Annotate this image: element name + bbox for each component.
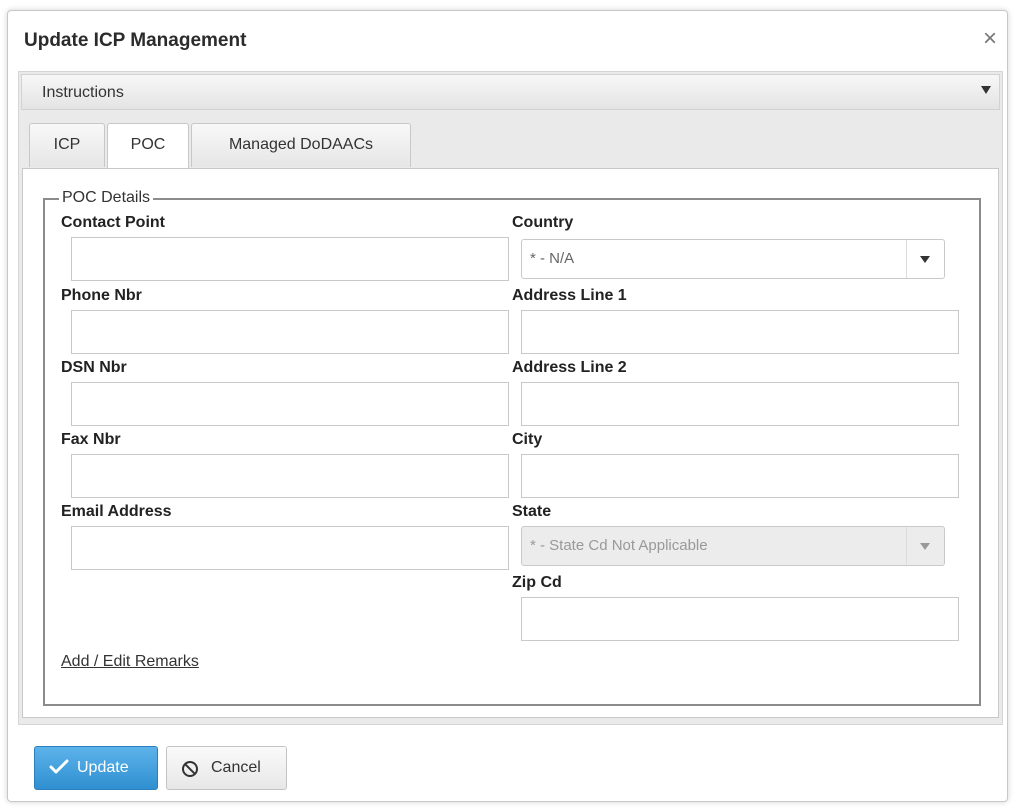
update-button-label: Update — [77, 759, 129, 776]
country-label: Country — [512, 214, 574, 231]
country-select[interactable]: * - N/A — [521, 239, 945, 279]
poc-details-legend: POC Details — [59, 189, 154, 207]
poc-details-fieldset: POC Details Contact Point Phone Nbr DSN … — [43, 189, 981, 706]
instructions-label: Instructions — [42, 84, 124, 101]
address-line-2-label: Address Line 2 — [512, 359, 627, 376]
chevron-down-icon — [906, 527, 944, 565]
instructions-accordion[interactable]: Instructions — [21, 74, 1000, 110]
chevron-down-icon — [906, 240, 944, 278]
update-button[interactable]: Update — [34, 746, 158, 790]
email-address-input[interactable] — [71, 526, 509, 570]
dsn-nbr-label: DSN Nbr — [61, 359, 127, 376]
poc-tab-panel: POC Details Contact Point Phone Nbr DSN … — [22, 168, 999, 718]
zip-cd-label: Zip Cd — [512, 574, 562, 591]
add-edit-remarks-link[interactable]: Add / Edit Remarks — [61, 653, 199, 671]
dialog-title-bar: Update ICP Management × — [8, 11, 1007, 71]
address-line-1-label: Address Line 1 — [512, 287, 627, 304]
email-address-label: Email Address — [61, 503, 172, 520]
state-select: * - State Cd Not Applicable — [521, 526, 945, 566]
update-icp-dialog: Update ICP Management × Instructions ICP… — [7, 10, 1008, 802]
checkmark-icon — [49, 759, 69, 774]
fax-nbr-label: Fax Nbr — [61, 431, 121, 448]
caret-down-icon — [981, 86, 991, 94]
contact-point-input[interactable] — [71, 237, 509, 281]
zip-cd-input[interactable] — [521, 597, 959, 641]
city-label: City — [512, 431, 543, 448]
fax-nbr-input[interactable] — [71, 454, 509, 498]
country-selected-value: * - N/A — [530, 250, 575, 267]
state-label: State — [512, 503, 552, 520]
phone-nbr-label: Phone Nbr — [61, 287, 142, 304]
dsn-nbr-input[interactable] — [71, 382, 509, 426]
tab-managed-dodaacs[interactable]: Managed DoDAACs — [191, 123, 411, 167]
contact-point-label: Contact Point — [61, 214, 165, 231]
phone-nbr-input[interactable] — [71, 310, 509, 354]
tab-poc[interactable]: POC — [107, 123, 189, 169]
cancel-circle-icon — [182, 761, 198, 777]
address-line-1-input[interactable] — [521, 310, 959, 354]
tab-icp[interactable]: ICP — [29, 123, 105, 167]
city-input[interactable] — [521, 454, 959, 498]
dialog-content: Instructions ICP POC Managed DoDAACs POC… — [18, 71, 1003, 725]
state-selected-value: * - State Cd Not Applicable — [530, 537, 708, 554]
dialog-title: Update ICP Management — [24, 30, 247, 51]
close-icon[interactable]: × — [983, 27, 997, 51]
address-line-2-input[interactable] — [521, 382, 959, 426]
cancel-button[interactable]: Cancel — [166, 746, 287, 790]
cancel-button-label: Cancel — [211, 759, 261, 776]
